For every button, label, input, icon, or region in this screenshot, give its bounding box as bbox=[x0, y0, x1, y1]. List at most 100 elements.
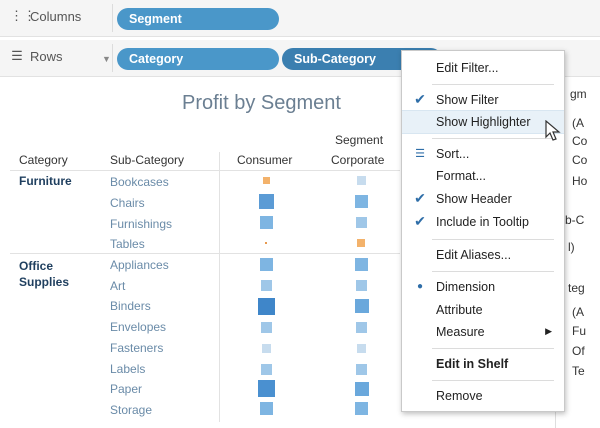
submenu-arrow-icon: ▶ bbox=[545, 326, 552, 336]
mark-corporate-storage[interactable] bbox=[355, 402, 368, 415]
subcategory-furnishings[interactable]: Furnishings bbox=[110, 217, 172, 231]
menu-item-measure[interactable]: Measure ▶ bbox=[402, 321, 564, 343]
columns-shelf-label: ⋮⋮ Columns bbox=[10, 8, 81, 24]
legend-text: gm bbox=[570, 87, 587, 101]
mark-corporate-fasteners[interactable] bbox=[357, 344, 366, 353]
category-furniture[interactable]: Furniture bbox=[19, 174, 72, 188]
mark-corporate-appliances[interactable] bbox=[355, 258, 368, 271]
mark-corporate-labels[interactable] bbox=[356, 364, 367, 375]
menu-item-label: Attribute bbox=[436, 303, 483, 317]
mark-corporate-art[interactable] bbox=[356, 280, 367, 291]
rows-shelf-dropdown-icon[interactable]: ▼ bbox=[102, 54, 111, 64]
menu-item-label: Format... bbox=[436, 169, 487, 183]
corporate-header[interactable]: Corporate bbox=[331, 153, 384, 167]
legend-text: l) bbox=[568, 240, 575, 254]
menu-item-sort[interactable]: ☰ Sort... bbox=[402, 143, 564, 165]
subcategory-envelopes[interactable]: Envelopes bbox=[110, 320, 166, 334]
menu-separator bbox=[432, 138, 554, 139]
menu-item-label: Dimension bbox=[436, 280, 496, 294]
legend-text: Te bbox=[572, 364, 585, 378]
checkmark-icon: ✔ bbox=[414, 213, 426, 229]
pill-category[interactable]: Category bbox=[117, 48, 279, 70]
category-divider bbox=[10, 253, 400, 254]
menu-separator bbox=[432, 239, 554, 240]
mark-corporate-chairs[interactable] bbox=[355, 195, 368, 208]
mark-corporate-tables[interactable] bbox=[357, 239, 365, 247]
mark-corporate-envelopes[interactable] bbox=[356, 322, 367, 333]
mark-consumer-fasteners[interactable] bbox=[262, 344, 271, 353]
mark-consumer-tables[interactable] bbox=[265, 242, 267, 244]
mark-consumer-paper[interactable] bbox=[258, 380, 275, 397]
subcategory-art[interactable]: Art bbox=[110, 279, 125, 293]
menu-item-label: Remove bbox=[436, 389, 483, 403]
checkmark-icon: ✔ bbox=[414, 190, 426, 206]
pill-segment[interactable]: Segment bbox=[117, 8, 279, 30]
menu-item-label: Show Filter bbox=[436, 93, 499, 107]
menu-item-show-header[interactable]: ✔ Show Header bbox=[402, 188, 564, 210]
menu-item-dimension[interactable]: ● Dimension bbox=[402, 276, 564, 298]
menu-item-remove[interactable]: Remove bbox=[402, 385, 564, 407]
mark-corporate-binders[interactable] bbox=[355, 299, 369, 313]
menu-item-include-in-tooltip[interactable]: ✔ Include in Tooltip bbox=[402, 211, 564, 233]
legend-text: Of bbox=[572, 344, 585, 358]
mark-consumer-appliances[interactable] bbox=[260, 258, 273, 271]
menu-item-label: Edit Aliases... bbox=[436, 248, 512, 262]
legend-text: Co bbox=[572, 134, 588, 148]
subcategory-tables[interactable]: Tables bbox=[110, 237, 145, 251]
menu-item-label: Edit in Shelf bbox=[436, 357, 509, 371]
menu-item-label: Include in Tooltip bbox=[436, 215, 529, 229]
mark-consumer-binders[interactable] bbox=[258, 298, 275, 315]
category-office-supplies-label: Office Supplies bbox=[19, 259, 70, 289]
mark-corporate-bookcases[interactable] bbox=[357, 176, 366, 185]
menu-item-show-highlighter[interactable]: Show Highlighter bbox=[402, 110, 564, 134]
radio-selected-icon: ● bbox=[416, 281, 424, 292]
mark-consumer-bookcases[interactable] bbox=[263, 177, 270, 184]
menu-item-attribute[interactable]: Attribute bbox=[402, 299, 564, 321]
legend-text: Ho bbox=[572, 174, 588, 188]
mark-consumer-envelopes[interactable] bbox=[261, 322, 272, 333]
menu-item-show-filter[interactable]: ✔ Show Filter bbox=[402, 89, 564, 111]
mark-consumer-furnishings[interactable] bbox=[260, 216, 273, 229]
menu-item-edit-aliases[interactable]: Edit Aliases... bbox=[402, 244, 564, 266]
menu-item-label: Show Highlighter bbox=[436, 115, 531, 129]
mark-corporate-furnishings[interactable] bbox=[356, 217, 367, 228]
consumer-header[interactable]: Consumer bbox=[237, 153, 292, 167]
menu-separator bbox=[432, 271, 554, 272]
rows-shelf-label: ☰ Rows bbox=[10, 48, 62, 64]
subcategory-bookcases[interactable]: Bookcases bbox=[110, 175, 169, 189]
subcategory-storage[interactable]: Storage bbox=[110, 403, 152, 417]
legend-text: Co bbox=[572, 153, 588, 167]
menu-item-edit-filter[interactable]: Edit Filter... bbox=[402, 57, 564, 79]
mark-corporate-paper[interactable] bbox=[355, 382, 369, 396]
legend-text: (A bbox=[572, 116, 584, 130]
subcategory-chairs[interactable]: Chairs bbox=[110, 196, 145, 210]
pill-subcategory-label: Sub-Category bbox=[294, 52, 376, 66]
subcategory-header[interactable]: Sub-Category bbox=[110, 153, 184, 167]
mark-consumer-storage[interactable] bbox=[260, 402, 273, 415]
category-header[interactable]: Category bbox=[19, 153, 68, 167]
subcategory-binders[interactable]: Binders bbox=[110, 299, 151, 313]
menu-separator bbox=[432, 380, 554, 381]
mark-consumer-labels[interactable] bbox=[261, 364, 272, 375]
subcategory-paper[interactable]: Paper bbox=[110, 382, 142, 396]
menu-item-label: Sort... bbox=[436, 147, 470, 161]
header-divider bbox=[10, 170, 400, 171]
mark-consumer-art[interactable] bbox=[261, 280, 272, 291]
checkmark-icon: ✔ bbox=[414, 91, 426, 107]
columns-shelf: ⋮⋮ Columns Segment bbox=[0, 0, 600, 37]
menu-separator bbox=[432, 84, 554, 85]
worksheet-title: Profit by Segment bbox=[182, 92, 341, 114]
rows-icon: ☰ bbox=[11, 48, 23, 63]
menu-separator bbox=[432, 348, 554, 349]
menu-item-label: Edit Filter... bbox=[436, 61, 499, 75]
subcategory-fasteners[interactable]: Fasteners bbox=[110, 341, 163, 355]
subcategory-appliances[interactable]: Appliances bbox=[110, 258, 169, 272]
category-office-supplies[interactable]: Office Supplies bbox=[19, 258, 99, 290]
menu-item-format[interactable]: Format... bbox=[402, 165, 564, 187]
menu-item-edit-in-shelf[interactable]: Edit in Shelf bbox=[402, 353, 564, 375]
subcategory-labels[interactable]: Labels bbox=[110, 362, 145, 376]
menu-item-label: Measure bbox=[436, 325, 485, 339]
mark-consumer-chairs[interactable] bbox=[259, 194, 274, 209]
mouse-cursor-icon bbox=[545, 120, 561, 141]
pill-segment-label: Segment bbox=[129, 12, 182, 26]
